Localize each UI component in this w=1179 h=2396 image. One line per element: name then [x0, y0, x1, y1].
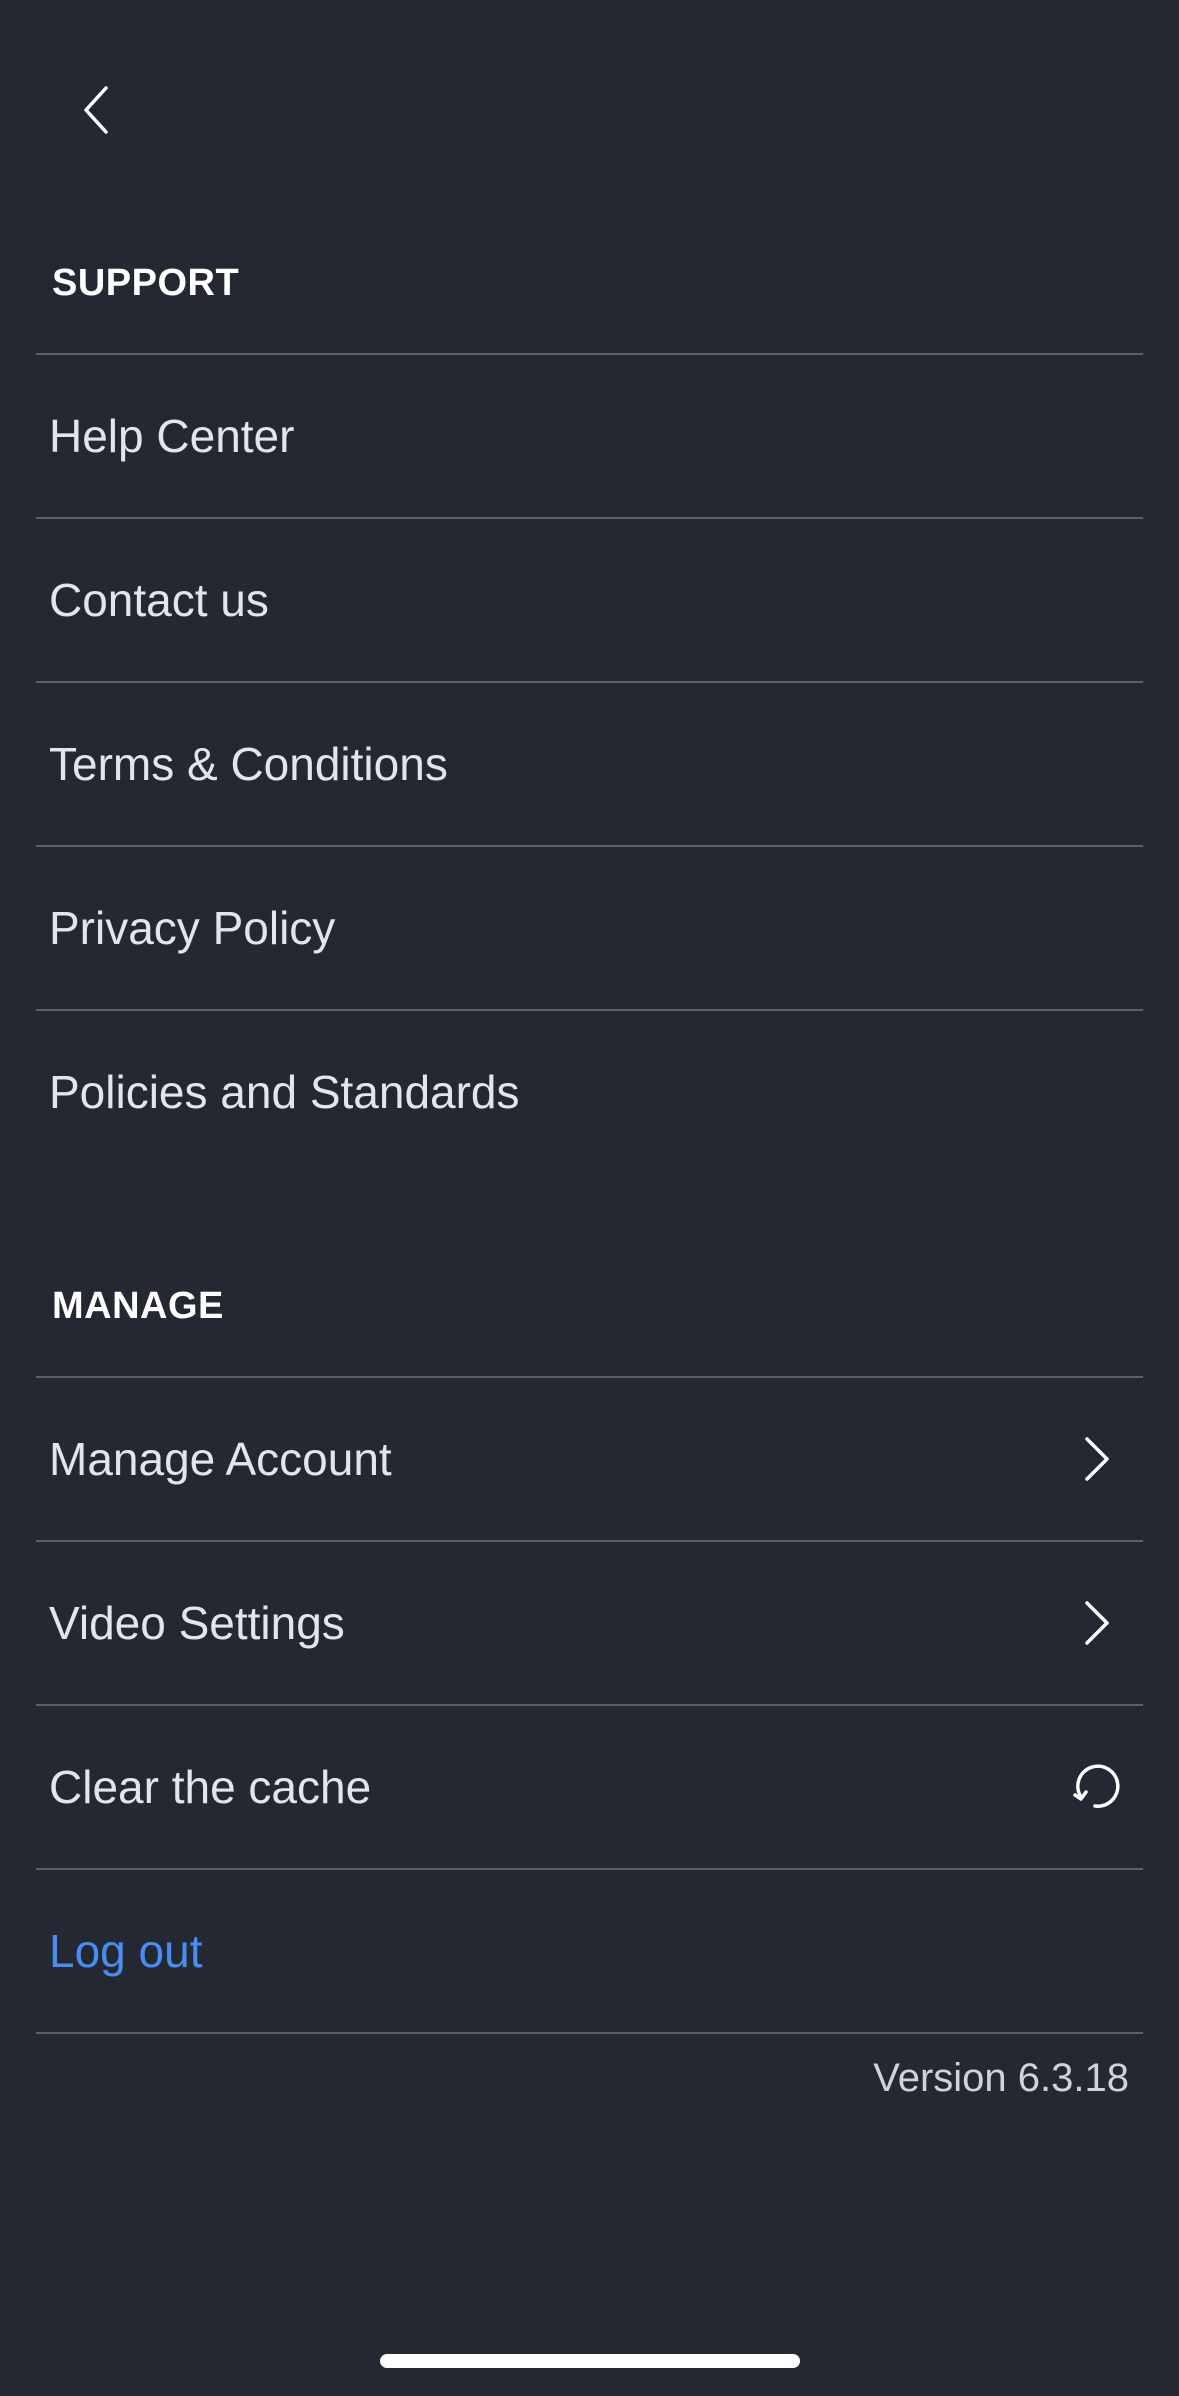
help-center-item[interactable]: Help Center: [36, 355, 1143, 517]
divider: [36, 2032, 1143, 2034]
manage-section-title: MANAGE: [52, 1285, 224, 1327]
manage-account-item[interactable]: Manage Account: [36, 1378, 1143, 1540]
policies-standards-item[interactable]: Policies and Standards: [36, 1011, 1143, 1173]
home-indicator: [380, 2354, 800, 2368]
clear-cache-item[interactable]: Clear the cache: [36, 1706, 1143, 1868]
manage-account-label: Manage Account: [49, 1433, 392, 1485]
support-section-title: SUPPORT: [52, 262, 240, 304]
back-button[interactable]: [56, 70, 136, 150]
video-settings-item[interactable]: Video Settings: [36, 1542, 1143, 1704]
log-out-item[interactable]: Log out: [36, 1870, 1143, 2032]
privacy-policy-label: Privacy Policy: [49, 902, 336, 954]
help-center-label: Help Center: [49, 410, 295, 462]
chevron-left-icon: [84, 86, 108, 134]
app-version: Version 6.3.18: [873, 2056, 1129, 2100]
contact-us-item[interactable]: Contact us: [36, 519, 1143, 681]
clear-cache-label: Clear the cache: [49, 1761, 372, 1813]
refresh-icon[interactable]: [1067, 1757, 1127, 1817]
chevron-right-icon: [1067, 1593, 1127, 1653]
video-settings-label: Video Settings: [49, 1597, 345, 1649]
terms-conditions-item[interactable]: Terms & Conditions: [36, 683, 1143, 845]
policies-standards-label: Policies and Standards: [49, 1066, 520, 1118]
privacy-policy-item[interactable]: Privacy Policy: [36, 847, 1143, 1009]
chevron-right-icon: [1067, 1429, 1127, 1489]
terms-conditions-label: Terms & Conditions: [49, 738, 448, 790]
contact-us-label: Contact us: [49, 574, 269, 626]
log-out-label: Log out: [49, 1925, 203, 1977]
